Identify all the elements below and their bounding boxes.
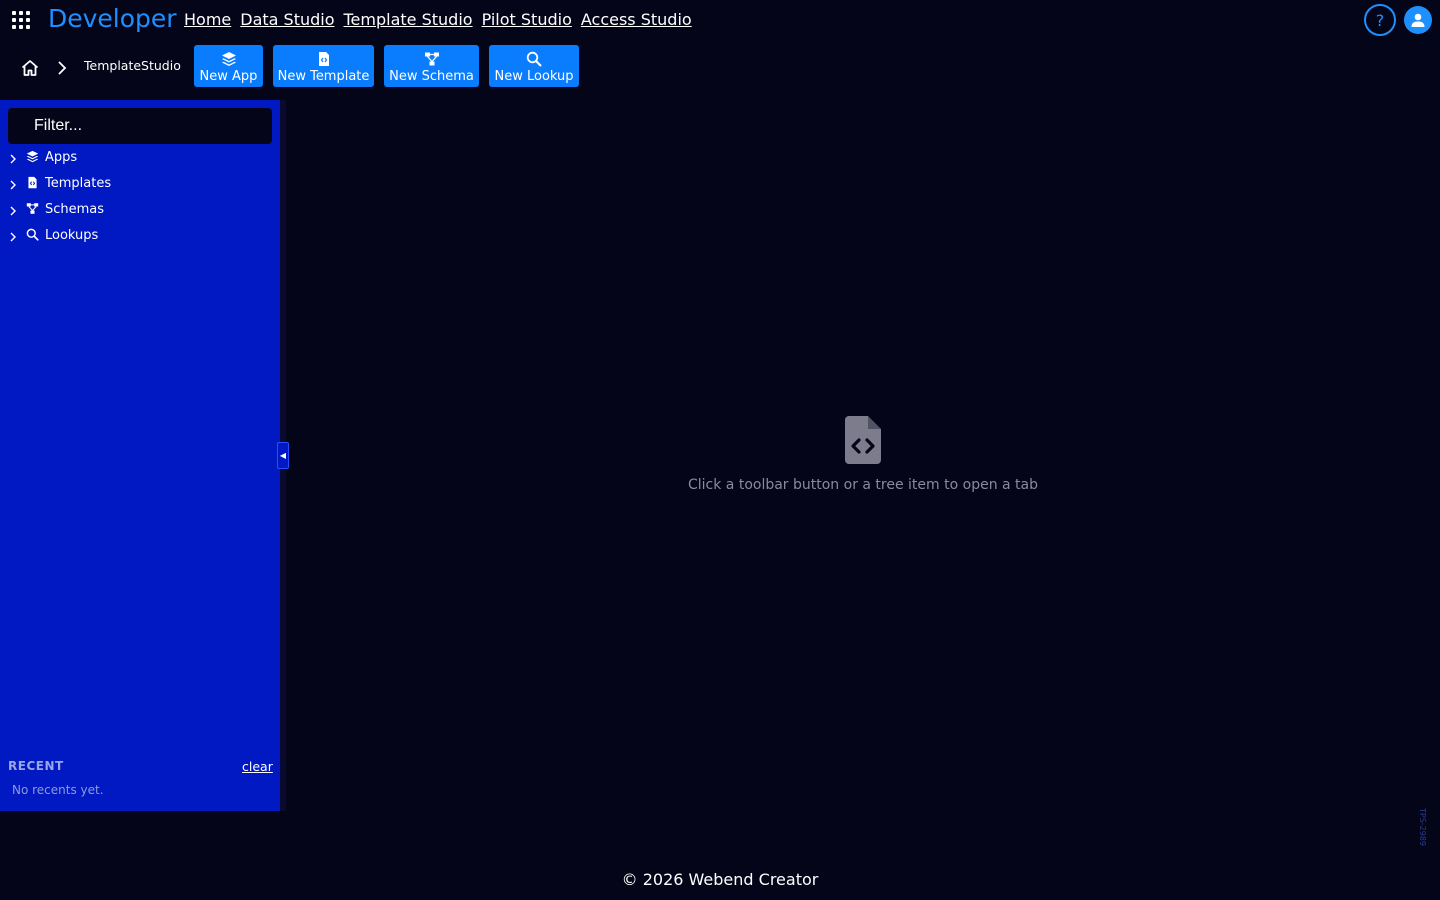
chevron-right-icon[interactable] — [9, 231, 17, 243]
nav-link-pilot-studio[interactable]: Pilot Studio — [482, 10, 572, 29]
new-app-button[interactable]: New App — [194, 45, 263, 87]
new-template-button[interactable]: New Template — [273, 45, 374, 87]
search-icon — [26, 228, 39, 241]
nav-link-home[interactable]: Home — [184, 10, 231, 29]
filter-input[interactable] — [8, 108, 272, 144]
chevron-right-icon[interactable] — [9, 205, 17, 217]
chevron-right-icon — [58, 61, 67, 75]
user-icon — [1411, 13, 1425, 27]
build-tag: TPS-2989 — [1418, 808, 1427, 847]
new-lookup-button[interactable]: New Lookup — [489, 45, 579, 87]
clear-recents-link[interactable]: clear — [242, 759, 273, 774]
search-icon — [526, 51, 542, 66]
sidebar-tree: Apps Templates Schemas Lookups — [0, 146, 280, 250]
new-lookup-label: New Lookup — [494, 68, 574, 84]
layers-icon — [26, 150, 39, 163]
breadcrumb-current: TemplateStudio — [84, 58, 181, 73]
new-schema-button[interactable]: New Schema — [384, 45, 479, 87]
top-nav-links: Home Data Studio Template Studio Pilot S… — [184, 10, 692, 29]
chevron-right-icon[interactable] — [9, 153, 17, 165]
schema-icon — [26, 203, 39, 214]
new-template-label: New Template — [277, 68, 370, 84]
brand-title: Developer — [48, 4, 177, 33]
chevron-right-icon[interactable] — [9, 179, 17, 191]
empty-state-message: Click a toolbar button or a tree item to… — [687, 477, 1039, 493]
tree-item-label: Apps — [45, 150, 78, 165]
layers-icon — [221, 51, 236, 66]
user-avatar-button[interactable] — [1404, 6, 1432, 34]
schema-icon — [424, 52, 439, 65]
file-code-icon — [28, 176, 37, 189]
footer-copyright: © 2026 Webend Creator — [621, 870, 819, 889]
recent-empty-message: No recents yet. — [12, 783, 104, 797]
tree-item-label: Lookups — [45, 228, 99, 243]
tree-item-apps[interactable]: Apps — [0, 146, 280, 172]
recent-heading: RECENT — [8, 759, 64, 773]
home-icon[interactable] — [20, 58, 40, 78]
tree-item-templates[interactable]: Templates — [0, 172, 280, 198]
nav-link-access-studio[interactable]: Access Studio — [581, 10, 692, 29]
help-button[interactable]: ? — [1364, 4, 1396, 36]
new-schema-label: New Schema — [389, 68, 474, 84]
nav-link-template-studio[interactable]: Template Studio — [344, 10, 473, 29]
tree-item-lookups[interactable]: Lookups — [0, 224, 280, 250]
nav-link-data-studio[interactable]: Data Studio — [240, 10, 334, 29]
top-navbar: Developer Home Data Studio Template Stud… — [0, 0, 1440, 40]
tree-item-schemas[interactable]: Schemas — [0, 198, 280, 224]
tree-item-label: Schemas — [45, 202, 105, 217]
tree-item-label: Templates — [45, 176, 112, 191]
new-app-label: New App — [199, 68, 258, 84]
file-code-icon — [845, 416, 881, 464]
collapse-sidebar-button[interactable]: ◀ — [277, 442, 289, 469]
app-launcher-icon[interactable] — [12, 11, 32, 31]
file-code-icon — [318, 51, 329, 66]
